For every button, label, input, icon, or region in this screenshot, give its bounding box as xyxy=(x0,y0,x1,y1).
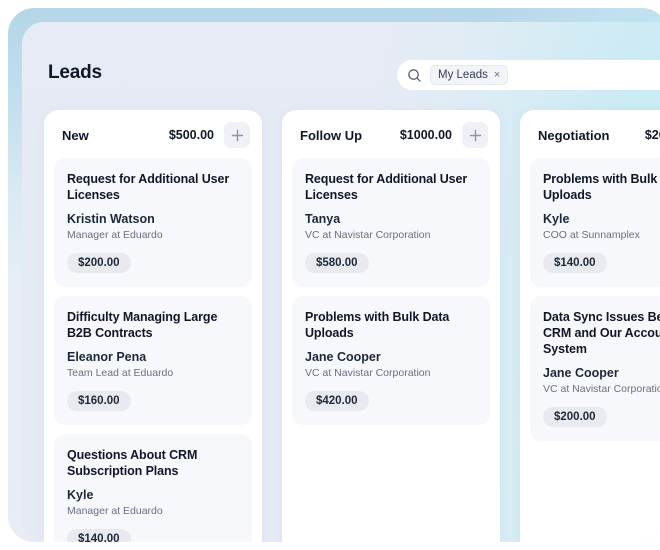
lead-card-person: Kyle xyxy=(543,212,570,226)
lead-card-person: Kyle xyxy=(67,488,94,503)
lead-card-title: Problems with Bulk Data Uploads xyxy=(543,172,660,202)
lead-card-role: VC at Navistar Corporation xyxy=(305,229,431,241)
search-bar[interactable]: My Leads × xyxy=(397,60,660,90)
app-root: Leads My Leads × New $500.00 Request for… xyxy=(0,0,660,550)
kanban-column-follow-up: Follow Up $1000.00 Request for Additional … xyxy=(282,110,500,542)
column-header: Follow Up $1000.00 xyxy=(292,120,490,150)
lead-card-person: Tanya xyxy=(305,212,341,226)
column-title: New xyxy=(62,127,89,143)
lead-card-amount: $140.00 xyxy=(67,529,131,542)
lead-card-amount: $160.00 xyxy=(67,391,131,412)
kanban-board: New $500.00 Request for Additional User Li… xyxy=(44,110,660,542)
lead-card-person: Kristin Watson xyxy=(67,212,155,226)
lead-card[interactable]: Questions About CRM Subscription Plans Ky… xyxy=(54,434,252,542)
card-list: Request for Additional User Licenses Kris… xyxy=(54,158,252,542)
lead-card-role: VC at Navistar Corporation xyxy=(305,367,431,380)
lead-card-role: Team Lead at Eduardo xyxy=(67,367,174,380)
page-title: Leads xyxy=(48,62,102,83)
search-icon xyxy=(407,68,422,83)
column-total: $500.00 xyxy=(168,128,214,142)
card-list: Request for Additional User Licenses Tany… xyxy=(292,158,490,426)
column-title: Follow Up xyxy=(300,127,363,143)
lead-card-person: Jane Cooper xyxy=(543,366,619,381)
card-list: Problems with Bulk Data Uploads Kyle COO a… xyxy=(530,158,660,442)
add-card-button-new[interactable] xyxy=(224,122,250,148)
lead-card-role: VC at Navistar Corporation xyxy=(543,383,660,396)
page-header: Leads My Leads × xyxy=(22,22,660,102)
lead-card[interactable]: Request for Additional User Licenses Tany… xyxy=(292,158,490,288)
lead-card-amount: $420.00 xyxy=(305,391,369,412)
add-card-button-follow-up[interactable] xyxy=(462,122,488,148)
lead-card-title: Problems with Bulk Data Uploads xyxy=(305,310,450,341)
lead-card-title: Data Sync Issues Between CRM and Our Acc… xyxy=(543,310,660,357)
lead-card-person: Eleanor Pena xyxy=(67,350,147,365)
lead-card[interactable]: Problems with Bulk Data Uploads Jane Coop… xyxy=(292,296,490,426)
lead-card-title: Difficulty Managing Large B2B Contracts xyxy=(67,310,218,341)
lead-card[interactable]: Request for Additional User Licenses Kris… xyxy=(54,158,252,288)
lead-card-amount: $200.00 xyxy=(67,253,131,274)
lead-card[interactable]: Data Sync Issues Between CRM and Our Acc… xyxy=(530,296,660,442)
lead-card-title: Request for Additional User Licenses xyxy=(67,172,230,202)
lead-card-role: COO at Sunnamplex xyxy=(543,229,640,241)
leads-panel: Leads My Leads × New $500.00 Request for… xyxy=(22,22,660,542)
filter-chip-close-icon[interactable]: × xyxy=(494,69,500,81)
lead-card[interactable]: Problems with Bulk Data Uploads Kyle COO a… xyxy=(530,158,660,288)
lead-card-role: Manager at Eduardo xyxy=(67,505,163,518)
plus-icon xyxy=(469,129,481,141)
filter-chip-my-leads[interactable]: My Leads × xyxy=(430,65,509,85)
filter-chip-label: My Leads xyxy=(438,69,488,81)
kanban-column-new: New $500.00 Request for Additional User Li… xyxy=(44,110,262,542)
kanban-column-negotiation: Negotiation $200.00 Problems with Bulk Dat… xyxy=(520,110,660,542)
lead-card-title: Request for Additional User Licenses xyxy=(305,172,468,202)
lead-card[interactable]: Difficulty Managing Large B2B Contracts E… xyxy=(54,296,252,426)
lead-card-amount: $140.00 xyxy=(543,253,607,274)
window-frame: Leads My Leads × New $500.00 Request for… xyxy=(8,8,660,542)
column-header: New $500.00 xyxy=(54,120,252,150)
lead-card-amount: $200.00 xyxy=(543,407,607,428)
lead-card-title: Questions About CRM Subscription Plans xyxy=(67,448,198,479)
lead-card-amount: $580.00 xyxy=(305,253,369,274)
column-title: Negotiation xyxy=(538,127,610,143)
lead-card-person: Jane Cooper xyxy=(305,350,381,365)
plus-icon xyxy=(231,129,243,141)
lead-card-role: Manager at Eduardo xyxy=(67,229,163,241)
column-total: $200.00 xyxy=(644,128,660,142)
column-total: $1000.00 xyxy=(399,128,452,142)
column-header: Negotiation $200.00 xyxy=(530,120,660,150)
